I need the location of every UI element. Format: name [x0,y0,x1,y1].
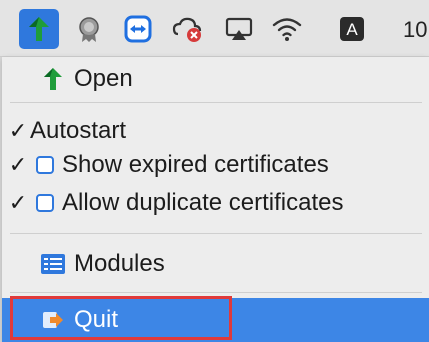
menu-separator [10,233,422,234]
checkmark-icon: ✓ [8,152,28,177]
wifi-icon[interactable] [267,9,307,49]
app-tree-icon [40,66,66,92]
menu-item-quit[interactable]: Quit [2,298,429,342]
input-source-letter: A [346,20,358,39]
menu-item-label: Autostart [30,117,127,144]
menu-item-label: Show expired certificates [62,151,329,178]
app-tree-icon[interactable] [19,9,59,49]
quit-exit-icon [40,307,66,333]
menu-item-modules[interactable]: Modules [2,242,429,286]
menu-item-open[interactable]: Open [2,57,429,101]
certificate-seal-icon[interactable] [69,9,109,49]
input-source-a-icon[interactable]: A [332,9,372,49]
creative-cloud-sync-icon[interactable] [168,9,208,49]
checkbox-icon [36,156,54,174]
menu-separator [10,292,422,293]
menu-separator [10,102,422,103]
menu-item-label: Quit [74,306,119,333]
menu-item-label: Modules [74,250,165,277]
teamviewer-icon[interactable] [118,9,158,49]
checkbox-icon [36,194,54,212]
status-menu-dropdown: Open ✓ Autostart ✓ Show expired certific… [2,57,429,342]
checkmark-icon: ✓ [8,118,28,143]
checkmark-icon: ✓ [8,190,28,215]
menu-bar: A 10 [0,0,429,57]
menubar-clock[interactable]: 10 [403,17,427,43]
menu-item-label: Open [74,65,133,92]
modules-list-icon [40,251,66,277]
menu-item-label: Allow duplicate certificates [62,189,344,216]
menu-item-allow-duplicate-certificates[interactable]: ✓ Allow duplicate certificates [2,181,429,225]
airplay-icon[interactable] [219,9,259,49]
